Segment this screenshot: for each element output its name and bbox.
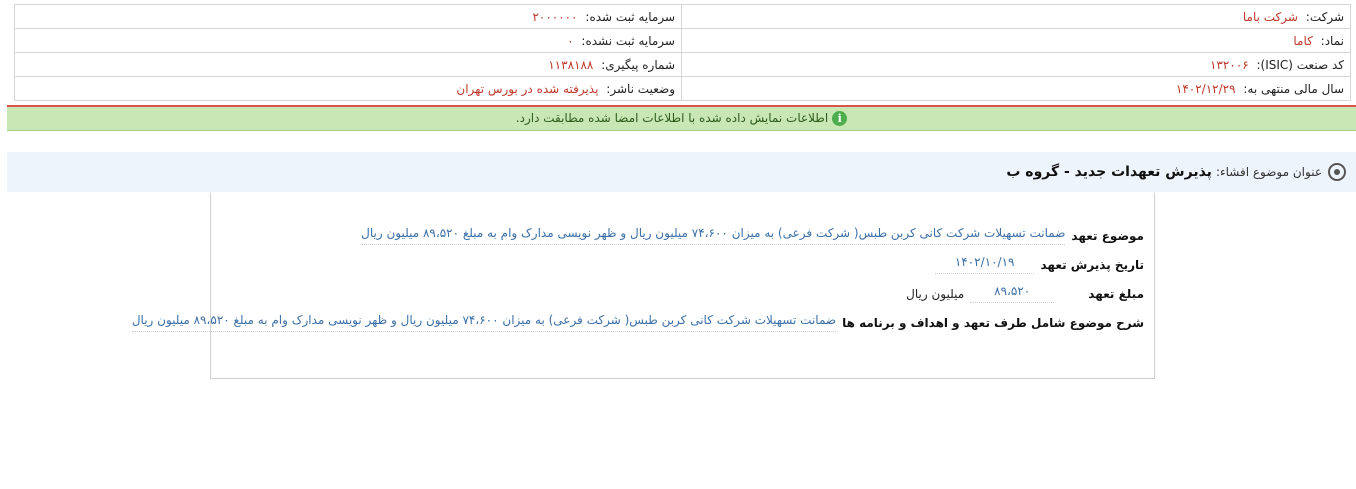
registered-capital-label: سرمایه ثبت شده:	[585, 9, 675, 24]
unregistered-capital-value: ۰	[567, 33, 574, 48]
amount-unit: میلیون ریال	[906, 286, 965, 301]
symbol-label: نماد:	[1320, 33, 1344, 48]
tracking-number-value: ۱۱۳۸۱۸۸	[548, 57, 594, 72]
subject-label: عنوان موضوع افشاء:	[1215, 165, 1322, 179]
company-info-table: شرکت: شرکت باما سرمایه ثبت شده: ۲۰۰۰۰۰۰ …	[14, 4, 1351, 101]
notice-text: اطلاعات نمایش داده شده با اطلاعات امضا ش…	[515, 111, 829, 125]
date-label: تاریخ پذیرش تعهد	[1040, 257, 1144, 272]
unregistered-capital-label: سرمایه ثبت نشده:	[581, 33, 675, 48]
verification-notice: i اطلاعات نمایش داده شده با اطلاعات امضا…	[7, 107, 1356, 131]
fiscal-year-value: ۱۴۰۲/۱۲/۲۹	[1175, 81, 1236, 96]
company-label: شرکت:	[1305, 9, 1344, 24]
commitment-details: موضوع تعهد ضمانت تسهیلات شرکت کانی کربن …	[131, 193, 1155, 379]
isic-value: ۱۳۲۰۰۶	[1209, 57, 1249, 72]
page: شرکت: شرکت باما سرمایه ثبت شده: ۲۰۰۰۰۰۰ …	[0, 0, 1356, 489]
info-row: شرکت: شرکت باما سرمایه ثبت شده: ۲۰۰۰۰۰۰	[14, 4, 1351, 29]
subject-title: پذیرش تعهدات جدید - گروه ب	[1006, 164, 1212, 180]
info-row: سال مالی منتهی به: ۱۴۰۲/۱۲/۲۹ وضعیت ناشر…	[14, 76, 1351, 101]
publisher-status-label: وضعیت ناشر:	[606, 81, 675, 96]
info-row: نماد: کاما سرمایه ثبت نشده: ۰	[14, 28, 1351, 53]
tracking-number-label: شماره پیگیری:	[601, 57, 675, 72]
symbol-value: کاما	[1293, 33, 1313, 48]
topic-label: موضوع تعهد	[1071, 228, 1144, 243]
isic-label: کد صنعت (ISIC):	[1256, 57, 1344, 72]
tracking-number-cell: شماره پیگیری: ۱۱۳۸۱۸۸	[14, 52, 682, 77]
amount-value: ۸۹،۵۲۰	[970, 284, 1055, 303]
amount-row: مبلغ تعهد ۸۹،۵۲۰ میلیون ریال	[906, 284, 1144, 303]
registered-capital-cell: سرمایه ثبت شده: ۲۰۰۰۰۰۰	[14, 4, 682, 29]
company-value: شرکت باما	[1242, 9, 1298, 24]
amount-label: مبلغ تعهد	[1088, 286, 1144, 301]
description-row: شرح موضوع شامل طرف تعهد و اهداف و برنامه…	[131, 313, 1144, 332]
description-value: ضمانت تسهیلات شرکت کانی کربن طبس( شرکت ف…	[131, 313, 837, 332]
date-value: ۱۴۰۲/۱۰/۱۹	[934, 255, 1035, 274]
topic-value: ضمانت تسهیلات شرکت کانی کربن طبس( شرکت ف…	[361, 226, 1066, 245]
isic-cell: کد صنعت (ISIC): ۱۳۲۰۰۶	[681, 52, 1351, 77]
fiscal-year-cell: سال مالی منتهی به: ۱۴۰۲/۱۲/۲۹	[681, 76, 1351, 101]
topic-row: موضوع تعهد ضمانت تسهیلات شرکت کانی کربن …	[361, 226, 1144, 245]
description-label: شرح موضوع شامل طرف تعهد و اهداف و برنامه…	[842, 315, 1144, 330]
unregistered-capital-cell: سرمایه ثبت نشده: ۰	[14, 28, 682, 53]
disclosure-subject-bar: عنوان موضوع افشاء: پذیرش تعهدات جدید - گ…	[7, 152, 1356, 192]
target-icon	[1328, 163, 1346, 181]
info-row: کد صنعت (ISIC): ۱۳۲۰۰۶ شماره پیگیری: ۱۱۳…	[14, 52, 1351, 77]
fiscal-year-label: سال مالی منتهی به:	[1243, 81, 1344, 96]
symbol-cell: نماد: کاما	[681, 28, 1351, 53]
registered-capital-value: ۲۰۰۰۰۰۰	[532, 9, 578, 24]
company-cell: شرکت: شرکت باما	[681, 4, 1351, 29]
publisher-status-cell: وضعیت ناشر: پذیرفته شده در بورس تهران	[14, 76, 682, 101]
date-row: تاریخ پذیرش تعهد ۱۴۰۲/۱۰/۱۹	[934, 255, 1144, 274]
publisher-status-value: پذیرفته شده در بورس تهران	[456, 81, 599, 96]
info-icon: i	[832, 111, 848, 126]
